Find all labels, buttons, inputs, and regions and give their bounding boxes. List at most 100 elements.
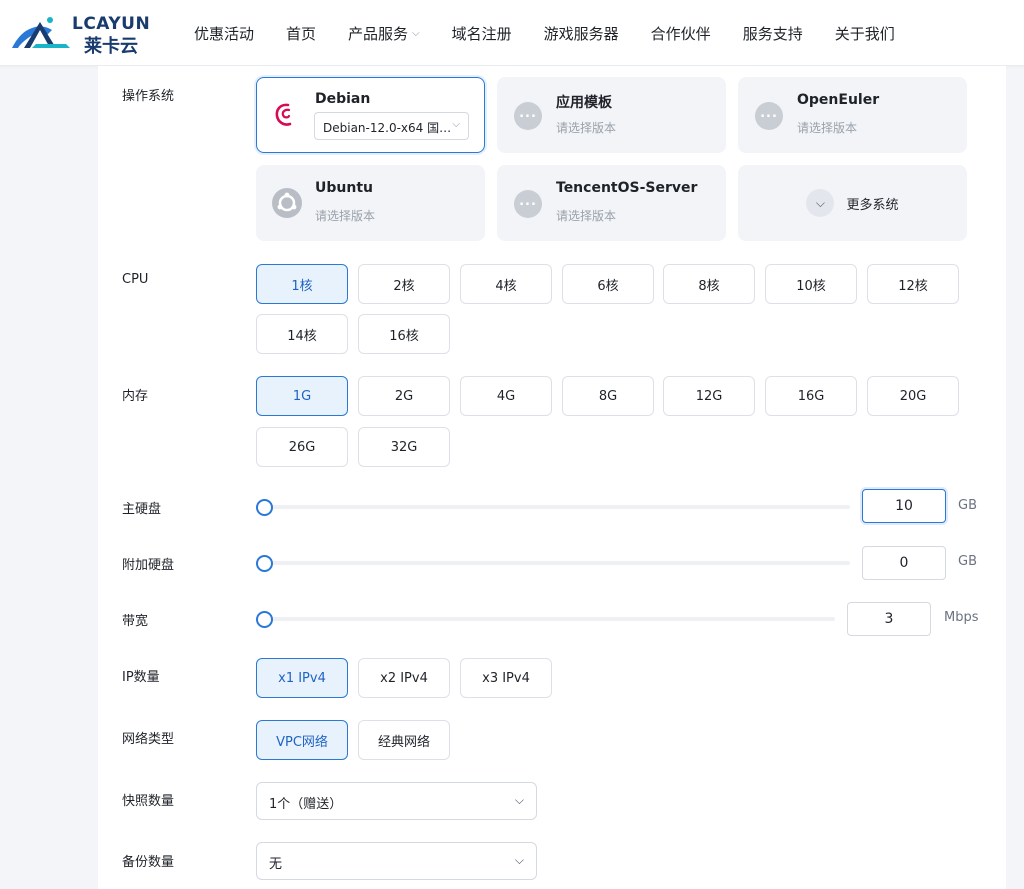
snapshot-count-value: 1个（赠送） [269, 797, 343, 812]
memory-option[interactable]: 26G [256, 427, 348, 467]
nav-item-about[interactable]: 关于我们 [835, 23, 895, 44]
nav-item-support[interactable]: 服务支持 [743, 23, 803, 44]
cpu-option[interactable]: 1核 [256, 264, 348, 304]
chevron-down-icon: ⌵ [514, 793, 524, 807]
os-name: TencentOS-Server [556, 180, 698, 196]
extra-disk-label: 附加硬盘 [122, 558, 175, 573]
more-dots-icon: ... [514, 190, 542, 218]
cpu-option[interactable]: 2核 [358, 264, 450, 304]
ubuntu-icon [272, 188, 302, 218]
chevron-down-icon: ⌵ [806, 189, 835, 217]
memory-option[interactable]: 12G [663, 376, 755, 416]
nav-item-domains[interactable]: 域名注册 [452, 23, 512, 44]
nav-item-products[interactable]: 产品服务 ⌵ [348, 23, 420, 44]
ip-count-option[interactable]: x3 IPv4 [460, 658, 552, 698]
bandwidth-slider[interactable] [256, 611, 835, 628]
extra-disk-value: 0 [899, 555, 909, 571]
network-type-option[interactable]: VPC网络 [256, 720, 348, 760]
main-nav: 优惠活动 首页 产品服务 ⌵ 域名注册 游戏服务器 合作伙伴 服务支持 关于我们 [178, 0, 911, 66]
os-card-tencentos[interactable]: ... TencentOS-Server 请选择版本 [497, 165, 726, 241]
slider-track[interactable] [264, 505, 850, 509]
cpu-option[interactable]: 4核 [460, 264, 552, 304]
os-label: 操作系统 [122, 89, 175, 104]
cpu-option[interactable]: 8核 [663, 264, 755, 304]
nav-label: 域名注册 [451, 24, 512, 43]
nav-label: 合作伙伴 [650, 24, 711, 43]
cpu-option[interactable]: 14核 [256, 314, 348, 354]
memory-option[interactable]: 16G [765, 376, 857, 416]
snapshot-count-select[interactable]: 1个（赠送） ⌵ [256, 782, 537, 820]
os-card-debian[interactable]: Debian Debian-12.0-x64 国… ⌵ [256, 77, 485, 153]
os-name: OpenEuler [797, 92, 880, 108]
debian-icon [271, 100, 301, 130]
more-dots-icon: ... [514, 102, 542, 130]
memory-option[interactable]: 20G [867, 376, 959, 416]
main-disk-slider[interactable] [256, 499, 850, 516]
nav-item-game-servers[interactable]: 游戏服务器 [544, 23, 619, 44]
brand-name-top: LCAYUN [72, 14, 151, 34]
snapshot-count-label: 快照数量 [122, 794, 175, 809]
nav-label: 首页 [286, 24, 317, 43]
memory-label: 内存 [122, 389, 149, 404]
cpu-label: CPU [122, 272, 149, 287]
cpu-option[interactable]: 10核 [765, 264, 857, 304]
os-card-ubuntu[interactable]: Ubuntu 请选择版本 [256, 165, 485, 241]
ip-count-option[interactable]: x1 IPv4 [256, 658, 348, 698]
memory-option[interactable]: 4G [460, 376, 552, 416]
memory-option[interactable]: 8G [562, 376, 654, 416]
slider-handle[interactable] [256, 555, 273, 572]
memory-option[interactable]: 1G [256, 376, 348, 416]
os-name: Debian [315, 91, 371, 107]
backup-count-select[interactable]: 无 ⌵ [256, 842, 537, 880]
more-dots-icon: ... [755, 102, 783, 130]
nav-item-partners[interactable]: 合作伙伴 [651, 23, 711, 44]
brand-name-bottom: 莱卡云 [84, 36, 138, 57]
os-version-placeholder: 请选择版本 [315, 209, 376, 223]
os-name: 应用模板 [556, 95, 612, 111]
os-version-placeholder: 请选择版本 [797, 121, 858, 135]
top-header: LCAYUN 莱卡云 优惠活动 首页 产品服务 ⌵ 域名注册 游戏服务器 合作伙伴… [0, 0, 1024, 66]
network-type-label: 网络类型 [122, 732, 175, 747]
backup-count-label: 备份数量 [122, 855, 175, 870]
os-version-placeholder: 请选择版本 [556, 121, 617, 135]
chevron-down-icon: ⌵ [514, 853, 524, 867]
backup-count-value: 无 [269, 857, 283, 872]
slider-track[interactable] [264, 617, 835, 621]
nav-label: 产品服务 [348, 24, 409, 43]
network-type-option[interactable]: 经典网络 [358, 720, 450, 760]
nav-label: 关于我们 [834, 24, 895, 43]
nav-label: 优惠活动 [194, 24, 255, 43]
os-version-value: Debian-12.0-x64 国… [323, 121, 452, 135]
brand-logo[interactable]: LCAYUN 莱卡云 [10, 14, 151, 57]
chevron-down-icon: ⌵ [452, 119, 460, 130]
cpu-option[interactable]: 16核 [358, 314, 450, 354]
slider-handle[interactable] [256, 499, 273, 516]
nav-item-promotions[interactable]: 优惠活动 [194, 23, 254, 44]
memory-option[interactable]: 32G [358, 427, 450, 467]
main-disk-value: 10 [895, 498, 913, 514]
cpu-option[interactable]: 12核 [867, 264, 959, 304]
memory-option[interactable]: 2G [358, 376, 450, 416]
cpu-option[interactable]: 6核 [562, 264, 654, 304]
nav-label: 游戏服务器 [543, 24, 619, 43]
os-card-app-template[interactable]: ... 应用模板 请选择版本 [497, 77, 726, 153]
bandwidth-unit: Mbps [944, 610, 979, 625]
os-version-select[interactable]: Debian-12.0-x64 国… ⌵ [314, 112, 469, 140]
nav-label: 服务支持 [742, 24, 803, 43]
bandwidth-input[interactable]: 3 [847, 602, 931, 636]
main-disk-unit: GB [958, 498, 977, 513]
main-disk-input[interactable]: 10 [862, 489, 946, 523]
os-card-openeuler[interactable]: ... OpenEuler 请选择版本 [738, 77, 967, 153]
ip-count-option[interactable]: x2 IPv4 [358, 658, 450, 698]
more-os-button[interactable]: ⌵ 更多系统 [738, 165, 967, 241]
bandwidth-label: 带宽 [122, 614, 149, 629]
chevron-down-icon: ⌵ [412, 27, 420, 39]
slider-handle[interactable] [256, 611, 273, 628]
main-disk-label: 主硬盘 [122, 502, 162, 517]
nav-item-home[interactable]: 首页 [286, 23, 316, 44]
extra-disk-slider[interactable] [256, 555, 850, 572]
slider-track[interactable] [264, 561, 850, 565]
ip-count-label: IP数量 [122, 670, 160, 685]
more-os-label: 更多系统 [846, 197, 899, 213]
extra-disk-input[interactable]: 0 [862, 546, 946, 580]
